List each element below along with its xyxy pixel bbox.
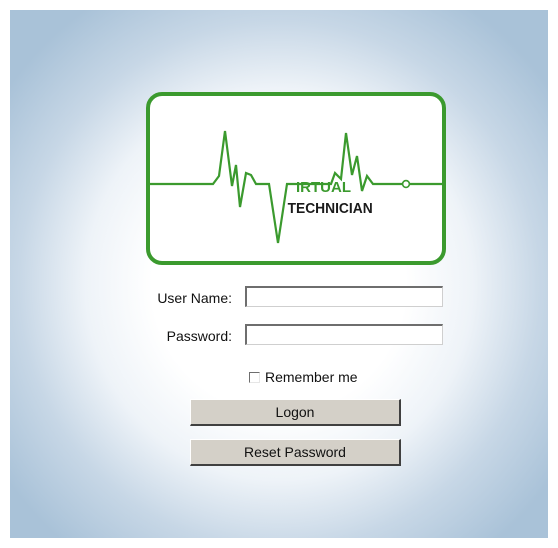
password-label: Password: [166,328,232,344]
virtual-technician-logo: IRTUAL TECHNICIAN [145,91,448,267]
logo-graphic: IRTUAL TECHNICIAN [146,92,446,265]
logo-text-technician: TECHNICIAN [288,201,373,218]
username-input[interactable] [245,286,443,307]
reset-password-button[interactable]: Reset Password [190,439,401,466]
remember-me-option[interactable]: Remember me [249,369,358,385]
password-input[interactable] [245,324,443,345]
logon-button[interactable]: Logon [190,399,401,426]
remember-me-checkbox[interactable] [249,371,260,383]
logo-text-virtual: IRTUAL [296,179,351,196]
password-row: Password: [112,324,452,348]
remember-me-label: Remember me [265,369,358,385]
username-row: User Name: [112,286,452,310]
username-label: User Name: [157,290,232,306]
login-panel: IRTUAL TECHNICIAN User Name: Password: R… [10,10,548,538]
